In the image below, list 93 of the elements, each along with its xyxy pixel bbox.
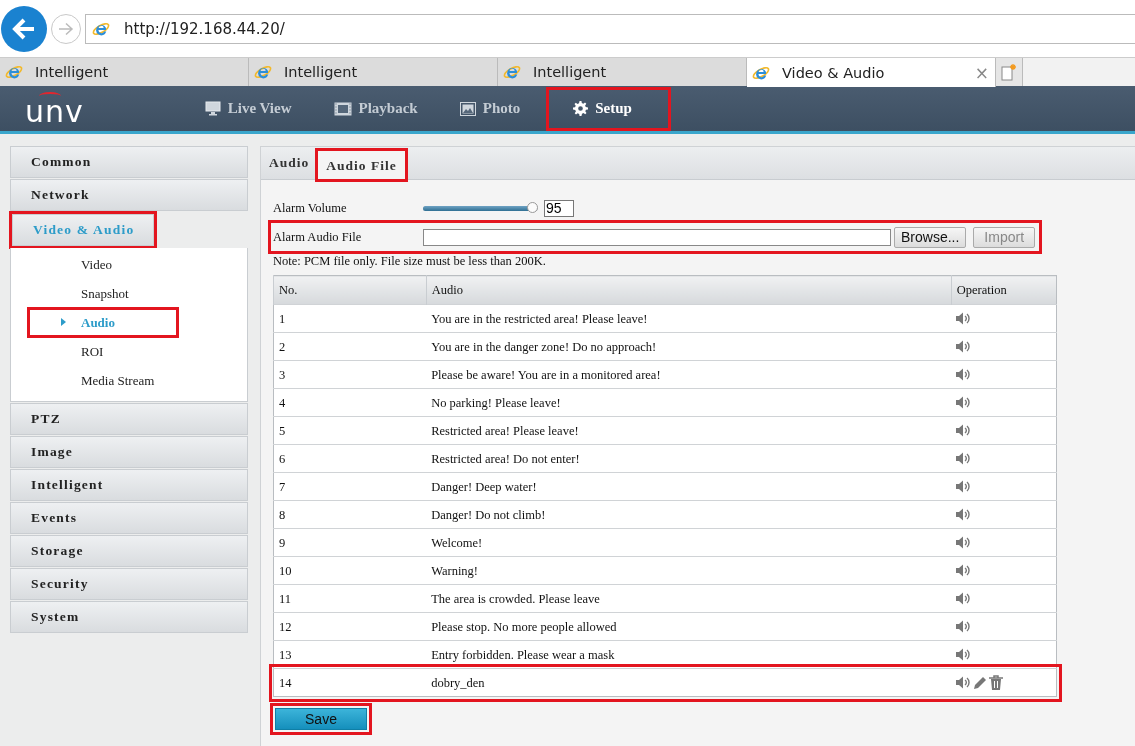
back-arrow-icon	[12, 17, 36, 40]
sidebar-subitem[interactable]: Media Stream	[30, 368, 176, 393]
column-header: No.	[273, 275, 427, 305]
sidebar-item[interactable]: Common	[10, 146, 248, 178]
browser-logo-icon	[503, 63, 521, 81]
new-page-icon	[1001, 63, 1017, 81]
table-cell: Danger! Deep water!	[426, 472, 952, 501]
table-cell: 13	[273, 640, 427, 669]
speaker-icon[interactable]	[956, 312, 972, 325]
table-cell: 10	[273, 556, 427, 585]
sidebar-subitem[interactable]: ROI	[30, 339, 176, 364]
column-header: Audio	[426, 275, 952, 305]
speaker-icon[interactable]	[956, 508, 972, 521]
sidebar-subitem[interactable]: Video	[30, 252, 176, 277]
table-cell: Please be aware! You are in a monitored area!	[426, 360, 952, 389]
field-label: Alarm Audio File	[273, 229, 363, 245]
picture-icon	[459, 101, 476, 116]
table-cell: The area is crowded. Please leave	[426, 584, 952, 613]
speaker-icon[interactable]	[956, 480, 972, 493]
speaker-icon[interactable]	[956, 340, 972, 353]
table-cell: Welcome!	[426, 528, 952, 557]
table-cell: 9	[273, 528, 427, 557]
table-cell: 14	[273, 668, 427, 697]
pencil-icon[interactable]	[973, 675, 988, 690]
selected-arrow-icon	[61, 318, 66, 326]
save-button[interactable]: Save	[275, 708, 367, 730]
table-cell: Danger! Do not climb!	[426, 500, 952, 529]
table-cell: 2	[273, 332, 427, 361]
table-cell: You are in the danger zone! Do no approach!	[426, 332, 952, 361]
table-cell: 8	[273, 500, 427, 529]
table-cell: Warning!	[426, 556, 952, 585]
film-strip-icon	[333, 101, 352, 116]
close-tab-icon[interactable]: ×	[974, 62, 989, 83]
sidebar-item[interactable]: Image	[10, 436, 248, 468]
table-cell: 11	[273, 584, 427, 613]
table-cell: Entry forbidden. Please wear a mask	[426, 640, 952, 669]
speaker-icon[interactable]	[956, 620, 972, 633]
address-bar[interactable]: http://192.168.44.20/	[85, 13, 1135, 44]
browser-tab[interactable]: Intelligent	[0, 58, 249, 86]
table-cell: Please stop. No more people allowed	[426, 612, 952, 641]
table-cell: 4	[273, 388, 427, 417]
browse-button[interactable]: Browse...	[894, 226, 967, 248]
table-cell: 12	[273, 612, 427, 641]
nav-tab[interactable]: Live View	[183, 89, 313, 128]
trash-icon[interactable]	[989, 675, 1004, 690]
table-cell: dobry_den	[426, 668, 952, 697]
volume-input[interactable]: 95	[544, 199, 574, 217]
table-cell: No parking! Please leave!	[426, 388, 952, 417]
back-button[interactable]	[1, 5, 47, 52]
tab[interactable]: Audio File	[317, 150, 406, 180]
forward-arrow-icon	[58, 21, 74, 36]
nav-tab[interactable]: Setup	[549, 89, 668, 128]
sidebar-item[interactable]: PTZ	[10, 403, 248, 435]
browser-logo-icon	[254, 63, 272, 81]
nav-tab[interactable]: Photo	[438, 89, 542, 128]
sidebar-subitem[interactable]: Snapshot	[30, 281, 176, 306]
speaker-icon[interactable]	[956, 368, 972, 381]
sidebar-item[interactable]: Network	[10, 179, 248, 211]
table-cell: 7	[273, 472, 427, 501]
slider-handle[interactable]	[527, 201, 539, 213]
speaker-icon[interactable]	[956, 676, 972, 689]
speaker-icon[interactable]	[956, 648, 972, 661]
speaker-icon[interactable]	[956, 564, 972, 577]
table-cell: Restricted area! Please leave!	[426, 416, 952, 445]
speaker-icon[interactable]	[956, 396, 972, 409]
nav-tab[interactable]: Playback	[312, 89, 439, 128]
sidebar-item[interactable]: Storage	[10, 535, 248, 567]
table-cell: 1	[273, 304, 427, 333]
file-path-field[interactable]	[423, 228, 891, 246]
table-cell: 6	[273, 444, 427, 473]
table-cell: You are in the restricted area! Please leave!	[426, 304, 952, 333]
monitor-icon	[204, 101, 221, 116]
table-cell: 3	[273, 360, 427, 389]
table-cell: 5	[273, 416, 427, 445]
sidebar-item[interactable]: Security	[10, 568, 248, 600]
column-header: Operation	[951, 275, 1057, 305]
speaker-icon[interactable]	[956, 592, 972, 605]
browser-tab[interactable]: Intelligent	[249, 58, 498, 86]
note-text: Note: PCM file only. File size must be less than 200K.	[273, 254, 547, 269]
speaker-icon[interactable]	[956, 452, 972, 465]
browser-tab[interactable]: Intelligent	[498, 58, 747, 86]
field-label: Alarm Volume	[273, 200, 348, 216]
browser-tab[interactable]: Video & Audio ×	[747, 58, 996, 87]
browser-logo-icon	[5, 63, 23, 81]
sidebar-item[interactable]: System	[10, 601, 248, 633]
brand-logo: unv	[25, 90, 84, 127]
speaker-icon[interactable]	[956, 424, 972, 437]
table-cell: Restricted area! Do not enter!	[426, 444, 952, 473]
tab[interactable]: Audio	[261, 147, 318, 179]
sidebar-item[interactable]: Intelligent	[10, 469, 248, 501]
settings-icon	[573, 101, 589, 116]
sidebar-item[interactable]: Events	[10, 502, 248, 534]
speaker-icon[interactable]	[956, 536, 972, 549]
